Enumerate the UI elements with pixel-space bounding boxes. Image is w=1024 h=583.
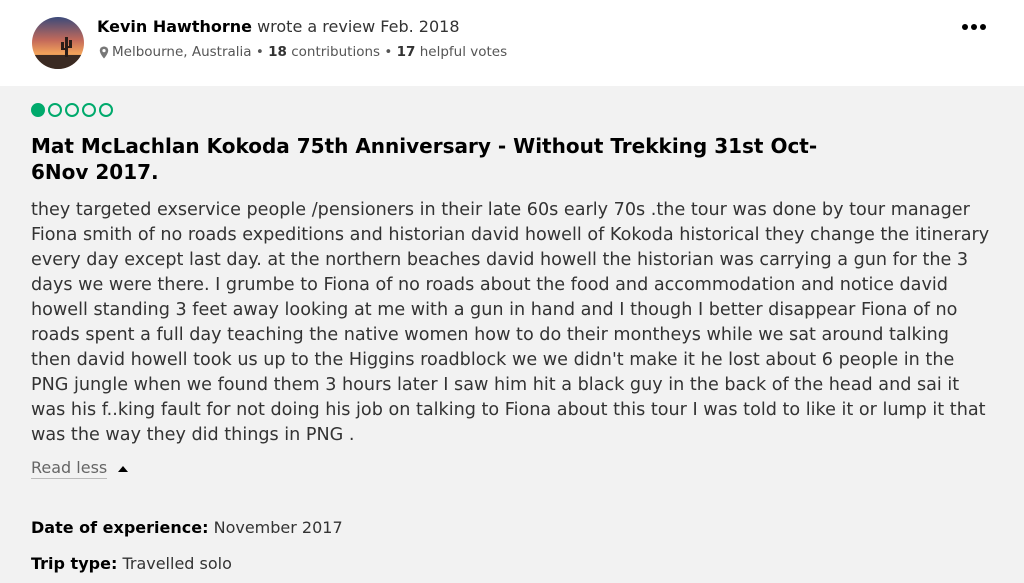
rating-bubble-empty (82, 103, 96, 117)
rating-bubble-empty (48, 103, 62, 117)
trip-type-label: Trip type: (31, 554, 118, 573)
helpful-votes-count: 17 (396, 44, 416, 60)
date-of-experience: Date of experience: November 2017 (31, 518, 343, 537)
contributions-label: contributions (291, 44, 381, 60)
reviewer-line: Kevin Hawthorne wrote a review Feb. 2018 (97, 17, 460, 36)
trip-type: Trip type: Travelled solo (31, 554, 232, 573)
date-of-experience-value: November 2017 (213, 518, 343, 537)
meta-separator: • (255, 44, 264, 60)
reviewer-location: Melbourne, Australia (112, 44, 252, 60)
more-options-icon[interactable] (958, 17, 990, 37)
date-of-experience-label: Date of experience: (31, 518, 209, 537)
avatar[interactable] (32, 17, 84, 69)
trip-type-value: Travelled solo (122, 554, 232, 573)
review-action: wrote a review Feb. 2018 (257, 17, 460, 36)
review-title[interactable]: Mat McLachlan Kokoda 75th Anniversary - … (31, 133, 831, 185)
helpful-votes-label: helpful votes (419, 44, 508, 60)
rating-bubble-empty (99, 103, 113, 117)
review-body: they targeted exservice people /pensione… (31, 200, 990, 445)
rating-bubble-filled (31, 103, 45, 117)
reviewer-name[interactable]: Kevin Hawthorne (97, 17, 252, 36)
location-pin-icon (99, 46, 109, 59)
contributions-count: 18 (268, 44, 287, 60)
read-less-button[interactable]: Read less (31, 458, 129, 479)
caret-up-icon[interactable] (117, 465, 129, 473)
meta-separator: • (384, 44, 393, 60)
rating-bubbles (31, 103, 113, 117)
reviewer-meta: Melbourne, Australia • 18 contributions … (99, 44, 507, 60)
review-header: Kevin Hawthorne wrote a review Feb. 2018… (0, 0, 1024, 86)
read-less-label[interactable]: Read less (31, 458, 108, 479)
rating-bubble-empty (65, 103, 79, 117)
